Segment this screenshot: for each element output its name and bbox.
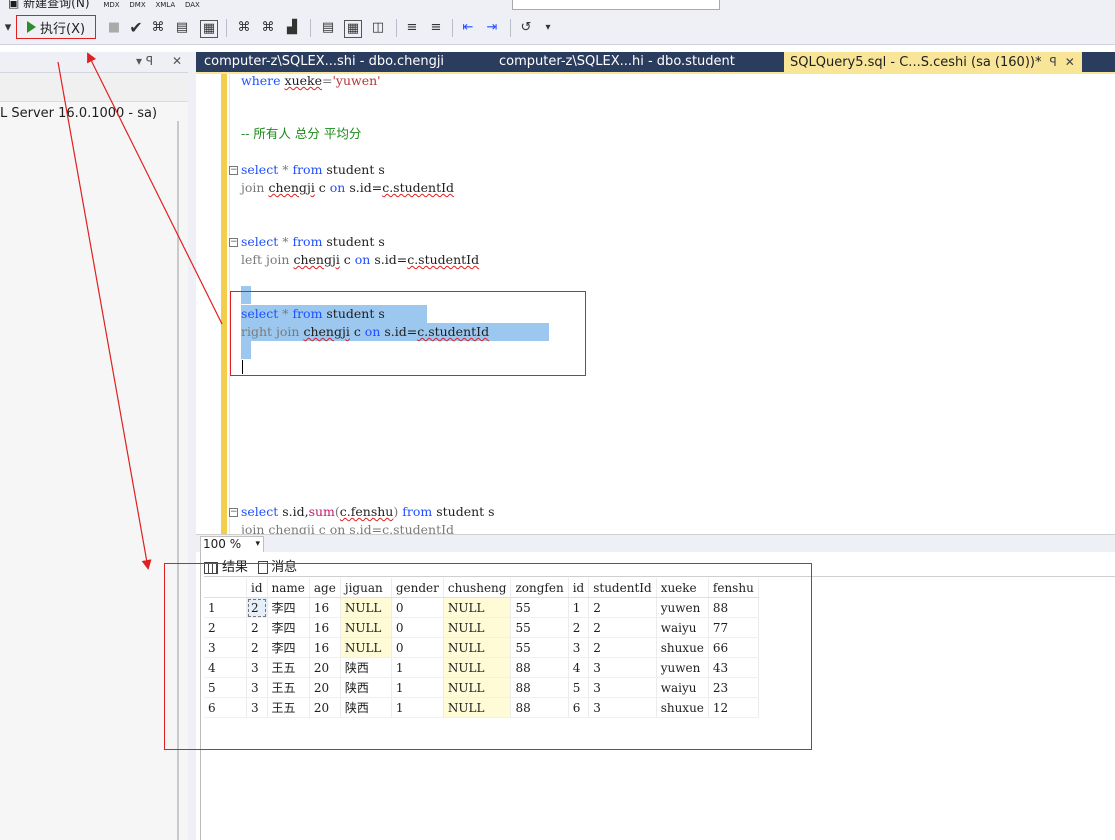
annotation-arrow (57, 61, 152, 570)
annotation-arrow (87, 52, 223, 325)
annotation-arrows (57, 52, 223, 570)
